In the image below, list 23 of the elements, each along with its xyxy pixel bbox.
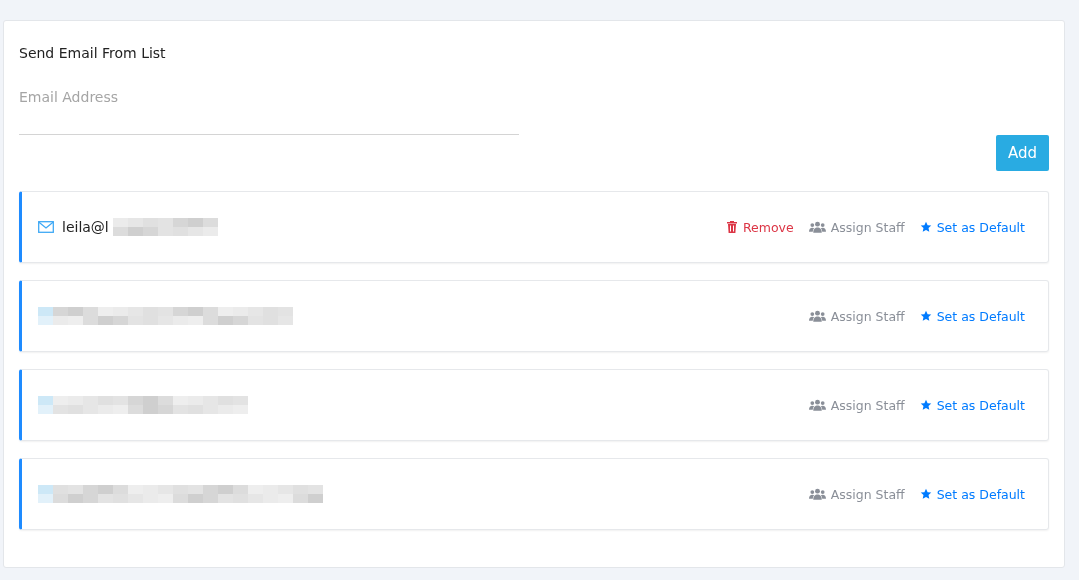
assign-staff-link[interactable]: Assign Staff: [808, 397, 905, 413]
star-icon: [919, 399, 932, 411]
users-icon: [808, 310, 826, 322]
users-icon: [808, 221, 826, 233]
set-default-link[interactable]: Set as Default: [919, 219, 1025, 235]
star-icon: [919, 310, 932, 322]
email-address: leila@l: [62, 219, 109, 235]
trash-icon: [725, 221, 738, 233]
remove-link[interactable]: Remove: [725, 219, 794, 235]
email-address-field[interactable]: Email Address: [19, 85, 519, 135]
set-default-link[interactable]: Set as Default: [919, 397, 1025, 413]
star-icon: [919, 221, 932, 233]
users-icon: [808, 488, 826, 500]
assign-staff-link[interactable]: Assign Staff: [808, 219, 905, 235]
set-default-link[interactable]: Set as Default: [919, 308, 1025, 324]
users-icon: [808, 399, 826, 411]
star-icon: [919, 488, 932, 500]
envelope-icon: [38, 221, 54, 233]
add-button[interactable]: Add: [996, 135, 1049, 171]
assign-staff-link[interactable]: Assign Staff: [808, 308, 905, 324]
form-title: Send Email From List: [19, 45, 167, 63]
assign-staff-link[interactable]: Assign Staff: [808, 486, 905, 502]
set-default-link[interactable]: Set as Default: [919, 486, 1025, 502]
